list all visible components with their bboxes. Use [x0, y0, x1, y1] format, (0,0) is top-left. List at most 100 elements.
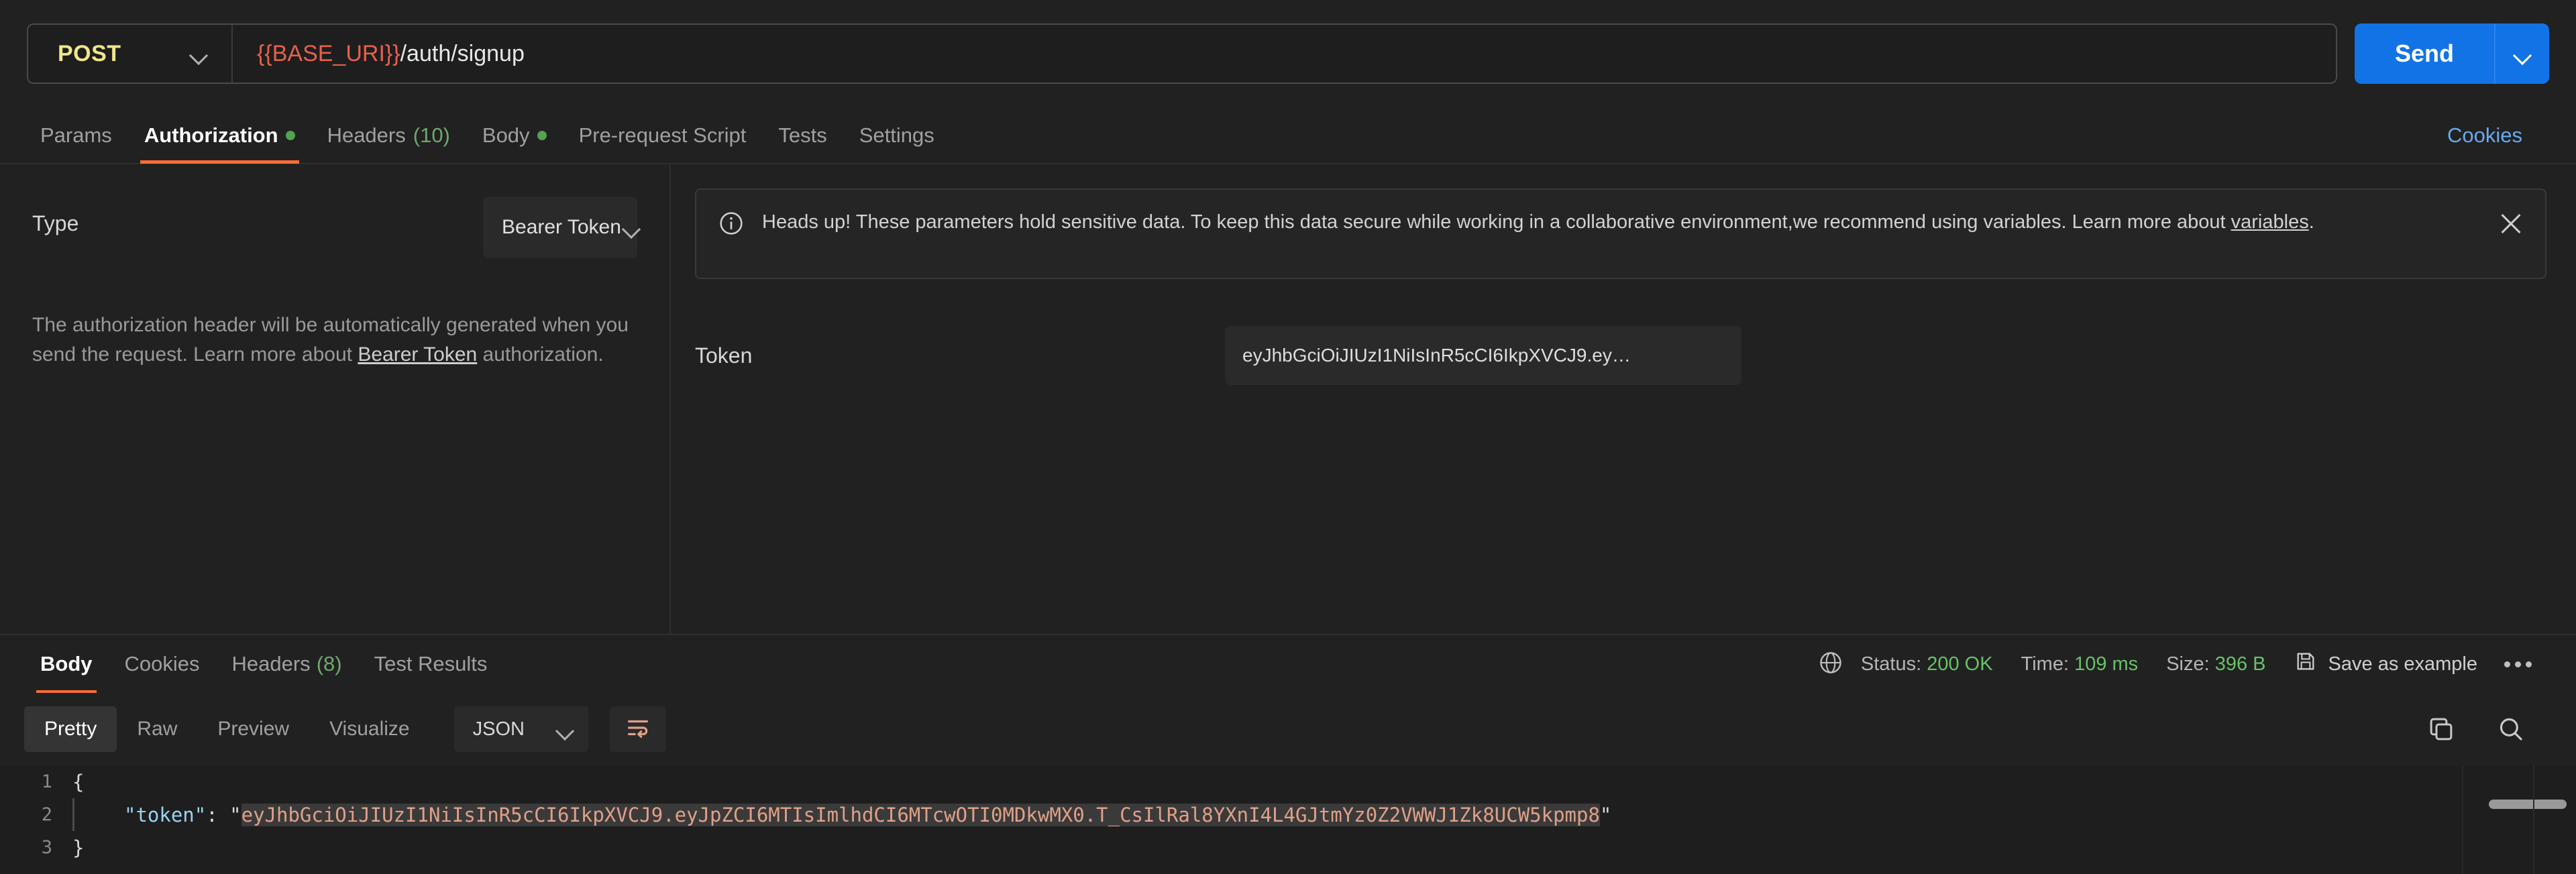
response-tab-body[interactable]: Body — [24, 635, 109, 694]
request-tab-bar: Params Authorization Headers (10) Body P… — [0, 107, 2576, 164]
view-tab-visualize[interactable]: Visualize — [309, 706, 430, 752]
view-tab-preview[interactable]: Preview — [197, 706, 309, 752]
globe-icon[interactable] — [1818, 650, 1843, 679]
url-path-text: /auth/signup — [400, 40, 525, 66]
horizontal-scrollbar[interactable] — [2489, 800, 2567, 809]
line-number: 2 — [41, 804, 52, 825]
tab-label: Params — [40, 123, 112, 147]
banner-message: Heads up! These parameters hold sensitiv… — [762, 207, 2478, 237]
tab-label: Body — [482, 123, 530, 147]
response-view-toolbar: Pretty Raw Preview Visualize JSON — [0, 693, 2576, 765]
code-line: 2 "token": "eyJhbGciOiJIUzI1NiIsInR5cCI6… — [0, 798, 2576, 831]
status-value: 200 OK — [1927, 653, 1993, 675]
auth-fields-column: Heads up! These parameters hold sensitiv… — [671, 164, 2576, 634]
line-number: 1 — [41, 771, 52, 792]
json-quote-close: " — [1599, 803, 1612, 826]
http-method-dropdown[interactable]: POST — [28, 25, 233, 83]
status-label: Status: — [1860, 653, 1922, 675]
send-button[interactable]: Send — [2355, 23, 2494, 84]
save-as-example-button[interactable]: Save as example — [2294, 650, 2477, 678]
time-value: 109 ms — [2074, 653, 2139, 675]
tab-label: Tests — [778, 123, 827, 147]
url-input-container: POST {{BASE_URI}}/auth/signup — [27, 23, 2337, 84]
token-field-row: Token eyJhbGciOiJIUzI1NiIsInR5cCI6IkpXVC… — [695, 326, 2546, 385]
tab-authorization[interactable]: Authorization — [128, 107, 311, 164]
url-variable-token: {{BASE_URI}} — [257, 40, 400, 66]
json-key: "token" — [124, 803, 207, 826]
tab-count: (8) — [316, 652, 342, 675]
wrap-lines-button[interactable] — [609, 706, 666, 752]
tab-label: Headers — [231, 652, 311, 675]
chevron-down-icon — [555, 719, 575, 739]
auth-type-column: Type Bearer Token The authorization head… — [0, 164, 671, 634]
chevron-down-icon — [621, 217, 641, 237]
response-tab-test-results[interactable]: Test Results — [358, 635, 504, 694]
save-icon — [2294, 650, 2317, 678]
tab-pre-request-script[interactable]: Pre-request Script — [563, 107, 763, 164]
panel-divider — [2462, 765, 2463, 874]
sensitive-data-banner: Heads up! These parameters hold sensitiv… — [695, 188, 2546, 279]
search-icon[interactable] — [2497, 715, 2525, 743]
code-text: { — [72, 770, 85, 794]
dot — [2526, 661, 2532, 667]
auth-description-text-2: authorization. — [477, 343, 604, 366]
tab-label: Headers — [327, 123, 406, 147]
size-badge: Size: 396 B — [2166, 653, 2265, 675]
response-body-code[interactable]: 1 { 2 "token": "eyJhbGciOiJIUzI1NiIsInR5… — [0, 765, 2576, 874]
banner-text-1: Heads up! These parameters hold sensitiv… — [762, 211, 2231, 233]
auth-type-row: Type Bearer Token — [32, 197, 637, 258]
http-method-label: POST — [58, 40, 121, 66]
more-options-icon[interactable] — [2504, 661, 2532, 667]
variables-link[interactable]: variables — [2231, 211, 2309, 233]
url-input[interactable]: {{BASE_URI}}/auth/signup — [233, 41, 525, 67]
send-options-dropdown[interactable] — [2494, 23, 2549, 84]
chevron-down-icon — [189, 44, 209, 64]
tab-headers[interactable]: Headers (10) — [311, 107, 466, 164]
save-as-example-label: Save as example — [2328, 653, 2477, 675]
response-tab-cookies[interactable]: Cookies — [109, 635, 216, 694]
info-icon — [718, 210, 745, 240]
tab-label: Cookies — [124, 652, 200, 675]
response-actions — [2427, 715, 2552, 743]
tab-label: Pre-request Script — [578, 123, 747, 147]
view-tab-pretty[interactable]: Pretty — [24, 706, 117, 752]
code-line: 1 { — [0, 765, 2576, 798]
bearer-token-learn-more-link[interactable]: Bearer Token — [358, 343, 477, 366]
status-dot-icon — [537, 130, 547, 140]
status-dot-icon — [285, 130, 295, 140]
token-label: Token — [695, 343, 753, 368]
tab-body[interactable]: Body — [466, 107, 563, 164]
banner-text-2: . — [2308, 211, 2314, 233]
tab-label: Body — [40, 652, 93, 675]
auth-type-value: Bearer Token — [502, 216, 621, 238]
size-value: 396 B — [2214, 653, 2266, 675]
line-number: 3 — [41, 837, 52, 858]
code-text: "token": "eyJhbGciOiJIUzI1NiIsInR5cCI6Ik… — [74, 803, 1612, 826]
response-tab-headers[interactable]: Headers (8) — [216, 635, 358, 694]
status-badge: Status: 200 OK — [1861, 653, 1993, 675]
tab-label: Test Results — [374, 652, 488, 675]
close-icon[interactable] — [2496, 209, 2526, 239]
tab-count: (10) — [413, 123, 450, 147]
response-status-bar: Status: 200 OK Time: 109 ms Size: 396 B … — [1818, 650, 2552, 679]
response-tab-bar: Body Cookies Headers (8) Test Results St… — [0, 634, 2576, 694]
view-tab-raw[interactable]: Raw — [117, 706, 197, 752]
tab-label: Settings — [859, 123, 934, 147]
tab-settings[interactable]: Settings — [843, 107, 951, 164]
response-format-dropdown[interactable]: JSON — [453, 706, 588, 752]
code-text: } — [72, 836, 85, 859]
chevron-down-icon — [2512, 44, 2532, 64]
dot — [2515, 661, 2521, 667]
token-input[interactable]: eyJhbGciOiJIUzI1NiIsInR5cCI6IkpXVCJ9.ey… — [1225, 326, 1741, 385]
tab-tests[interactable]: Tests — [762, 107, 843, 164]
time-label: Time: — [2021, 653, 2070, 675]
copy-icon[interactable] — [2427, 715, 2455, 743]
send-button-group: Send — [2354, 23, 2549, 84]
auth-type-dropdown[interactable]: Bearer Token — [483, 197, 637, 258]
time-badge: Time: 109 ms — [2021, 653, 2139, 675]
tab-params[interactable]: Params — [24, 107, 128, 164]
auth-type-label: Type — [32, 211, 79, 235]
authorization-panel: Type Bearer Token The authorization head… — [0, 164, 2576, 634]
json-string-value: eyJhbGciOiJIUzI1NiIsInR5cCI6IkpXVCJ9.eyJ… — [241, 803, 1600, 826]
cookies-link[interactable]: Cookies — [2447, 123, 2522, 148]
